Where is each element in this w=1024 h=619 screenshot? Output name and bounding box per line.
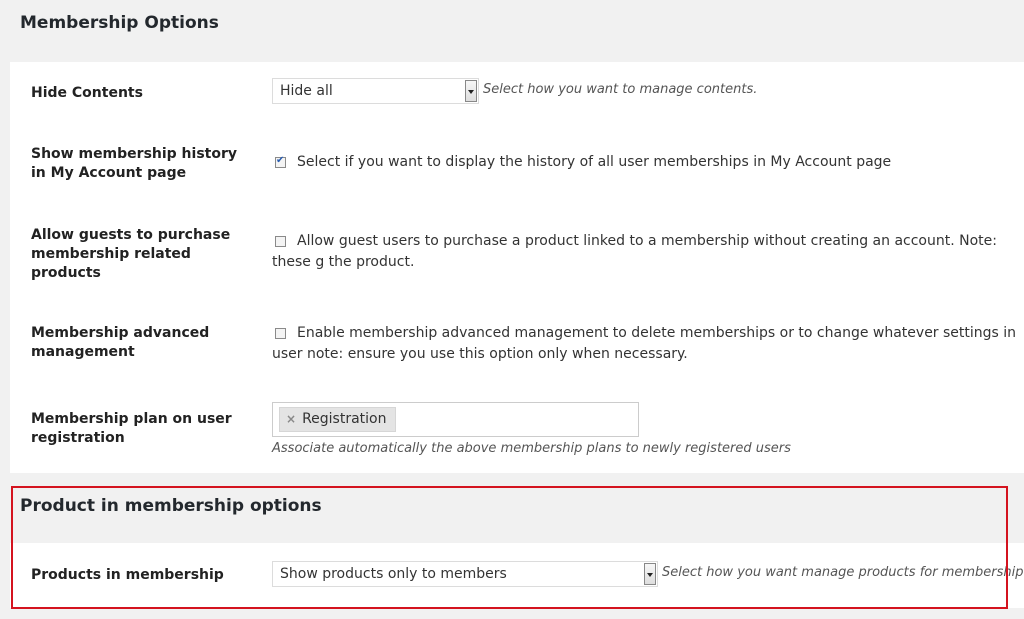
close-icon[interactable]: × xyxy=(286,412,296,426)
show-history-label: Show membership history in My Account pa… xyxy=(31,146,238,181)
membership-options-title: Membership Options xyxy=(20,13,219,33)
hide-contents-description: Select how you want to manage contents. xyxy=(483,82,758,97)
plan-on-registration-description: Associate automatically the above member… xyxy=(272,441,791,456)
registration-tag-label: Registration xyxy=(302,411,387,427)
chevron-down-icon[interactable] xyxy=(465,80,477,102)
allow-guests-label: Allow guests to purchase membership rela… xyxy=(31,227,231,281)
membership-options-panel: Hide Contents Hide all Select how you wa… xyxy=(10,62,1024,473)
hide-contents-select[interactable]: Hide all xyxy=(272,78,479,104)
advanced-management-label: Membership advanced management xyxy=(31,325,210,360)
plan-on-registration-label: Membership plan on user registration xyxy=(31,411,232,446)
plan-on-registration-multiselect[interactable]: × Registration xyxy=(272,402,639,437)
registration-tag[interactable]: × Registration xyxy=(279,407,396,432)
hide-contents-label: Hide Contents xyxy=(31,85,143,101)
highlight-box xyxy=(11,486,1008,609)
hide-contents-selected-value: Hide all xyxy=(280,83,333,99)
allow-guests-text: Allow guest users to purchase a product … xyxy=(272,233,997,270)
advanced-management-text: Enable membership advanced management to… xyxy=(272,325,1017,362)
show-history-text: Select if you want to display the histor… xyxy=(297,154,892,170)
